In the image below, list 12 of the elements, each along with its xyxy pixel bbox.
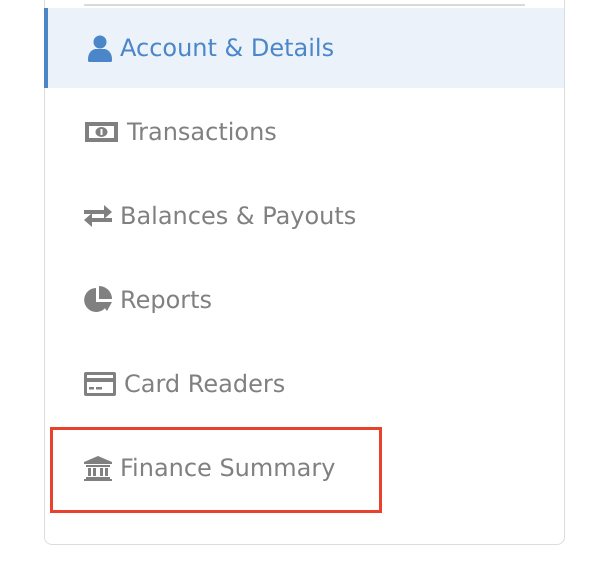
swap-arrows-icon — [84, 205, 112, 227]
sidebar-item[interactable]: Transactions — [45, 90, 564, 174]
sidebar-item[interactable]: Card Readers — [45, 342, 564, 426]
credit-card-icon — [84, 372, 116, 396]
sidebar-item[interactable]: Reports — [45, 258, 564, 342]
user-icon — [88, 34, 112, 62]
banknote-icon — [84, 121, 119, 143]
bank-icon — [84, 456, 112, 480]
sidebar-item[interactable]: Balances & Payouts — [45, 174, 564, 258]
sidebar-item[interactable]: Account & Details — [44, 8, 564, 88]
sidebar-item[interactable]: Finance Summary — [45, 426, 564, 510]
pie-chart-icon — [84, 286, 112, 314]
